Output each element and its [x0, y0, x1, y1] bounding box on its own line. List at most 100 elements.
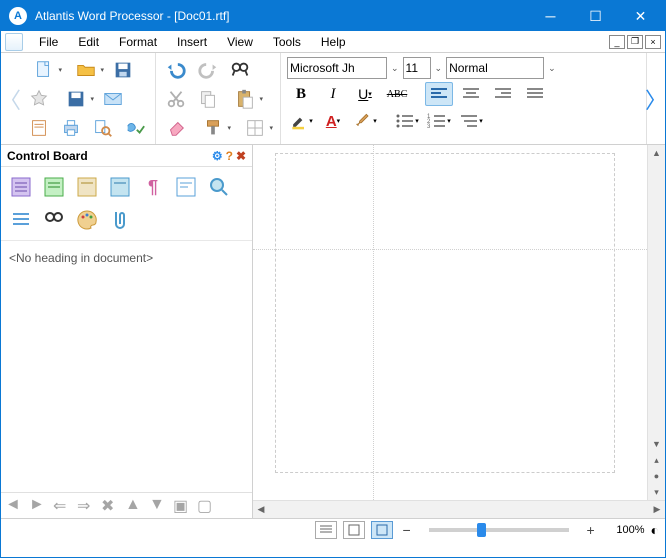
menu-file[interactable]: File: [29, 33, 68, 51]
toolbar-scroll-left[interactable]: 〈: [1, 53, 19, 144]
cb-format-inspector-button[interactable]: [172, 173, 200, 201]
zoom-slider[interactable]: [429, 528, 569, 532]
insert-symbol-button[interactable]: ▾: [236, 115, 274, 141]
mdi-close-button[interactable]: ×: [645, 35, 661, 49]
settings-icon[interactable]: ⚙: [212, 149, 223, 163]
font-family-combo[interactable]: [287, 57, 387, 79]
align-right-button[interactable]: [489, 82, 517, 106]
cb-zoom-button[interactable]: [205, 173, 233, 201]
cb-bookmarks-button[interactable]: [106, 173, 134, 201]
view-draft-button[interactable]: [315, 521, 337, 539]
email-button[interactable]: [99, 86, 127, 112]
cb-lines-button[interactable]: [7, 206, 35, 234]
cb-nav-prev-section[interactable]: ◄: [5, 496, 27, 516]
vertical-scrollbar[interactable]: ▲ ▼ ▴ ● ▾: [647, 145, 665, 500]
format-painter-button[interactable]: ▾: [194, 115, 232, 141]
numbering-button[interactable]: 123▾: [425, 109, 453, 133]
undo-button[interactable]: [162, 57, 190, 83]
cb-move-up[interactable]: ▲: [125, 496, 147, 516]
cb-find-button[interactable]: [40, 206, 68, 234]
scroll-left-icon[interactable]: ◀: [253, 501, 269, 518]
zoom-percent-label[interactable]: 100%: [605, 524, 645, 536]
multilevel-list-button[interactable]: ▾: [457, 109, 485, 133]
menu-help[interactable]: Help: [311, 33, 356, 51]
align-left-button[interactable]: [425, 82, 453, 106]
underline-button[interactable]: U ▾: [351, 82, 379, 106]
cb-headings-button[interactable]: [7, 173, 35, 201]
main-area: Control Board ⚙ ? ✖ ¶ <No heading in doc…: [1, 145, 665, 518]
italic-button[interactable]: I: [319, 82, 347, 106]
scroll-up-icon[interactable]: ▲: [648, 145, 665, 161]
cb-promote[interactable]: ⇐: [53, 496, 75, 516]
zoom-slider-thumb[interactable]: [477, 523, 486, 537]
mdi-restore-button[interactable]: ❐: [627, 35, 643, 49]
open-button[interactable]: ▾: [67, 57, 105, 83]
cb-delete[interactable]: ✖: [101, 496, 123, 516]
status-bar: − + 100% ◐: [1, 518, 665, 540]
print-button[interactable]: [57, 115, 85, 141]
cb-expand[interactable]: ▢: [197, 496, 219, 516]
next-page-icon[interactable]: ▾: [648, 484, 665, 500]
maximize-button[interactable]: ☐: [573, 1, 618, 31]
view-normal-button[interactable]: [343, 521, 365, 539]
zoom-in-button[interactable]: +: [583, 522, 599, 538]
cb-clip-button[interactable]: [106, 206, 134, 234]
menu-view[interactable]: View: [217, 33, 263, 51]
cb-paragraph-mark-button[interactable]: ¶: [139, 173, 167, 201]
browse-object-icon[interactable]: ●: [648, 468, 665, 484]
bold-button[interactable]: B: [287, 82, 315, 106]
strikethrough-button[interactable]: ABC: [383, 82, 411, 106]
mdi-minimize-button[interactable]: _: [609, 35, 625, 49]
close-panel-icon[interactable]: ✖: [236, 149, 246, 163]
cut-button[interactable]: [162, 86, 190, 112]
highlight-button[interactable]: ▾: [287, 109, 315, 133]
print-preview-button[interactable]: [89, 115, 117, 141]
menu-format[interactable]: Format: [109, 33, 167, 51]
style-combo[interactable]: [446, 57, 544, 79]
cb-move-down[interactable]: ▼: [149, 496, 171, 516]
paste-button[interactable]: ▾: [226, 86, 264, 112]
control-board-content: <No heading in document>: [1, 241, 252, 492]
new-document-button[interactable]: ▾: [25, 57, 63, 83]
font-size-combo[interactable]: [403, 57, 431, 79]
menu-insert[interactable]: Insert: [167, 33, 217, 51]
menu-edit[interactable]: Edit: [68, 33, 109, 51]
control-board-panel: Control Board ⚙ ? ✖ ¶ <No heading in doc…: [1, 145, 253, 518]
document-page[interactable]: [253, 145, 647, 500]
save-as-button[interactable]: ▾: [57, 86, 95, 112]
prev-page-icon[interactable]: ▴: [648, 452, 665, 468]
favorite-button[interactable]: [25, 86, 53, 112]
page-setup-button[interactable]: [25, 115, 53, 141]
bullets-button[interactable]: ▾: [393, 109, 421, 133]
cb-demote[interactable]: ⇒: [77, 496, 99, 516]
cb-styles-button[interactable]: [73, 173, 101, 201]
font-color-button[interactable]: A ▾: [319, 109, 347, 133]
toolbar-scroll-right[interactable]: 〉: [647, 53, 665, 144]
cb-sections-button[interactable]: [40, 173, 68, 201]
system-menu-icon[interactable]: [5, 33, 23, 51]
eraser-button[interactable]: [162, 115, 190, 141]
spellcheck-button[interactable]: [121, 115, 149, 141]
zoom-out-button[interactable]: −: [399, 522, 415, 538]
find-button[interactable]: [226, 57, 254, 83]
control-board-title: Control Board: [7, 149, 88, 163]
view-print-layout-button[interactable]: [371, 521, 393, 539]
contrast-icon[interactable]: ◐: [651, 522, 659, 538]
align-justify-button[interactable]: [521, 82, 549, 106]
help-icon[interactable]: ?: [226, 149, 233, 163]
cb-collapse[interactable]: ▣: [173, 496, 195, 516]
scroll-down-icon[interactable]: ▼: [648, 436, 665, 452]
menu-tools[interactable]: Tools: [263, 33, 311, 51]
horizontal-scrollbar[interactable]: ◀ ▶: [253, 500, 665, 518]
cb-palette-button[interactable]: [73, 206, 101, 234]
close-button[interactable]: ✕: [618, 1, 663, 31]
redo-button[interactable]: [194, 57, 222, 83]
cb-nav-next-section[interactable]: ►: [29, 496, 51, 516]
minimize-button[interactable]: ─: [528, 1, 573, 31]
scroll-right-icon[interactable]: ▶: [649, 501, 665, 518]
toolbar-group-edit: ▾ ▾ ▾: [156, 53, 281, 144]
align-center-button[interactable]: [457, 82, 485, 106]
save-button[interactable]: [109, 57, 137, 83]
copy-button[interactable]: [194, 86, 222, 112]
brush-button[interactable]: ▾: [351, 109, 379, 133]
